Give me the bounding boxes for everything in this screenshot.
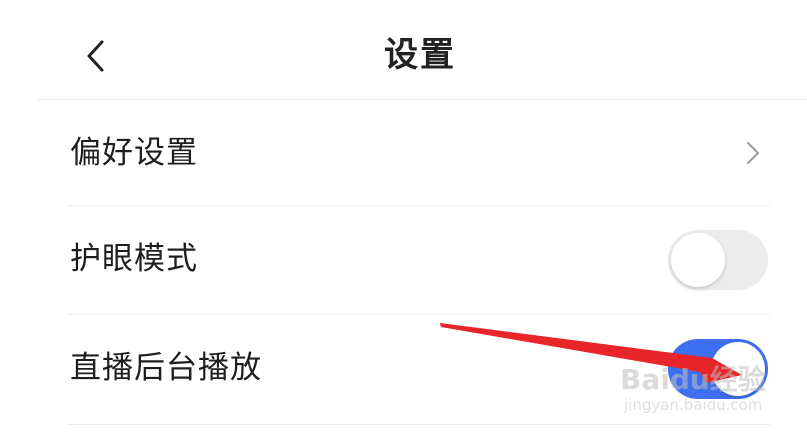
chevron-right-icon <box>747 142 759 164</box>
preferences-row[interactable]: 偏好设置 <box>0 100 807 206</box>
eye-care-mode-toggle[interactable] <box>668 230 768 290</box>
toggle-knob <box>711 342 765 396</box>
eye-care-mode-label: 护眼模式 <box>70 241 198 277</box>
settings-screen: 设置 偏好设置 护眼模式 直播后台播放 Baidu经验 jingyan.baid… <box>0 0 807 435</box>
header-bar: 设置 <box>0 0 807 100</box>
row-divider <box>68 424 770 425</box>
preferences-label: 偏好设置 <box>70 135 198 171</box>
live-background-play-row: 直播后台播放 <box>0 315 807 421</box>
live-background-play-label: 直播后台播放 <box>70 350 262 386</box>
eye-care-mode-row: 护眼模式 <box>0 206 807 312</box>
toggle-knob <box>671 233 725 287</box>
page-title: 设置 <box>384 35 456 75</box>
live-background-play-toggle[interactable] <box>668 339 768 399</box>
